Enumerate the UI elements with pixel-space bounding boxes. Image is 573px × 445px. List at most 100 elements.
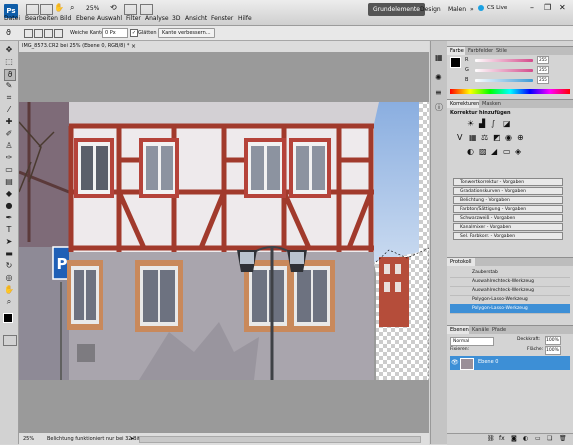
zoom-tool-icon[interactable]: ⌕ <box>70 3 74 13</box>
arrange-documents-icon[interactable] <box>124 4 137 15</box>
black-white-icon[interactable]: ◩ <box>493 133 501 142</box>
move-tool-icon[interactable]: ✥ <box>4 45 14 55</box>
menu-ebene[interactable]: Ebene <box>76 15 95 22</box>
g-value[interactable]: 255 <box>537 66 549 74</box>
healing-brush-tool-icon[interactable]: ✚ <box>4 117 14 127</box>
threshold-icon[interactable]: ◢ <box>491 147 497 156</box>
canvas-image[interactable]: P <box>19 52 429 432</box>
quick-selection-tool-icon[interactable]: ✎ <box>4 81 14 91</box>
preset-belichtung[interactable]: Belichtung - Vorgaben <box>453 196 563 204</box>
marquee-tool-icon[interactable]: ⬚ <box>4 57 14 67</box>
new-layer-icon[interactable]: ❏ <box>547 435 552 442</box>
layer-style-icon[interactable]: fx <box>499 435 505 442</box>
tab-korrekturen[interactable]: Korrekturen <box>447 100 483 108</box>
workspace-design[interactable]: Design <box>415 3 446 16</box>
menu-auswahl[interactable]: Auswahl <box>97 15 122 22</box>
rotate-view-icon[interactable]: ⟲ <box>110 3 117 12</box>
cs-live-button[interactable]: CS Live <box>487 5 507 11</box>
minibridge-icon[interactable] <box>40 4 53 15</box>
menu-hilfe[interactable]: Hilfe <box>238 15 252 22</box>
delete-layer-icon[interactable]: 🗑 <box>559 435 567 442</box>
hand-tool-icon[interactable]: ✋ <box>4 285 14 295</box>
zoom-level-select[interactable]: 25% <box>86 5 99 12</box>
tab-farbe[interactable]: Farbe <box>447 47 467 55</box>
info-panel-icon[interactable]: ⓘ <box>435 102 443 113</box>
preset-gradation[interactable]: Gradationskurven - Vorgaben <box>453 187 563 195</box>
clone-stamp-tool-icon[interactable]: ♙ <box>4 141 14 151</box>
adjustment-layer-icon[interactable]: ◐ <box>523 435 528 442</box>
horizontal-scrollbar[interactable] <box>139 436 421 443</box>
shape-tool-icon[interactable]: ▬ <box>4 249 14 259</box>
add-mask-icon[interactable]: ◙ <box>511 435 517 442</box>
eyedropper-tool-icon[interactable]: ⁄ <box>4 105 14 115</box>
preset-schwarzweiss[interactable]: Schwarzweiß - Vorgaben <box>453 214 563 222</box>
tab-masken[interactable]: Masken <box>479 100 504 108</box>
color-balance-icon[interactable]: ⚖ <box>481 133 488 142</box>
selective-color-icon[interactable]: ◈ <box>515 147 521 156</box>
fg-color-chip[interactable] <box>450 57 461 68</box>
blend-mode-select[interactable]: Normal <box>450 337 494 346</box>
menu-bearbeiten[interactable]: Bearbeiten <box>25 15 58 22</box>
vibrance-icon[interactable]: V <box>457 133 462 142</box>
crop-tool-icon[interactable]: ⌗ <box>4 93 14 103</box>
path-selection-tool-icon[interactable]: ➤ <box>4 237 14 247</box>
blur-tool-icon[interactable]: ◆ <box>4 189 14 199</box>
pen-tool-icon[interactable]: ✒ <box>4 213 14 223</box>
menu-3d[interactable]: 3D <box>172 15 180 22</box>
type-tool-icon[interactable]: T <box>4 225 14 235</box>
brush-tool-icon[interactable]: ✐ <box>4 129 14 139</box>
channel-mixer-icon[interactable]: ⊕ <box>517 133 524 142</box>
brightness-contrast-icon[interactable]: ☀ <box>467 119 474 128</box>
lasso-tool-button[interactable]: ϑ <box>4 69 16 81</box>
preset-farbton[interactable]: Farbton/Sättigung - Vorgaben <box>453 205 563 213</box>
canvas-area[interactable]: P <box>19 52 429 432</box>
weiche-kante-input[interactable]: 0 Px <box>102 28 128 38</box>
new-group-icon[interactable]: ▭ <box>535 435 541 442</box>
history-item-selected[interactable]: Polygon-Lasso-Werkzeug <box>450 304 570 314</box>
invert-icon[interactable]: ◐ <box>467 147 474 156</box>
photo-filter-icon[interactable]: ◉ <box>505 133 512 142</box>
r-slider[interactable] <box>475 59 533 62</box>
gradient-tool-icon[interactable]: ▤ <box>4 177 14 187</box>
menu-datei[interactable]: Datei <box>4 15 20 22</box>
lasso-tool-icon[interactable]: ϑ <box>6 28 11 37</box>
subtract-selection-icon[interactable] <box>44 29 53 38</box>
zoom-tool-icon[interactable]: ⌕ <box>4 297 14 307</box>
workspace-malen[interactable]: Malen <box>443 3 471 16</box>
mini-bridge-panel-icon[interactable]: ▦ <box>435 53 443 62</box>
menu-bild[interactable]: Bild <box>60 15 71 22</box>
history-brush-tool-icon[interactable]: ✑ <box>4 153 14 163</box>
opacity-input[interactable]: 100% <box>545 336 561 345</box>
document-tab-close-icon[interactable]: × <box>131 41 136 52</box>
layer-comps-panel-icon[interactable]: ✺ <box>435 73 442 82</box>
quick-mask-icon[interactable] <box>3 335 17 346</box>
navigator-panel-icon[interactable]: ≡ <box>435 88 442 97</box>
3d-camera-tool-icon[interactable]: ◎ <box>4 273 14 283</box>
fill-input[interactable]: 100% <box>545 346 561 355</box>
g-slider[interactable] <box>475 69 533 72</box>
menu-filter[interactable]: Filter <box>126 15 141 22</box>
restore-icon[interactable]: ❐ <box>544 3 551 12</box>
gradient-map-icon[interactable]: ▭ <box>503 147 511 156</box>
layer-visibility-icon[interactable]: 👁 <box>451 359 459 366</box>
close-icon[interactable]: ✕ <box>559 3 566 12</box>
exposure-icon[interactable]: ◪ <box>503 119 511 128</box>
eraser-tool-icon[interactable]: ▭ <box>4 165 14 175</box>
glaetten-checkbox[interactable]: ✓ <box>130 29 138 37</box>
document-tab-title[interactable]: IMG_8573.CR2 bei 25% (Ebene 0, RGB/8) * <box>22 41 129 52</box>
status-arrow-icon[interactable]: ▸ <box>131 433 134 445</box>
kante-verbessern-button[interactable]: Kante verbessern... <box>158 28 215 38</box>
screen-mode-icon[interactable] <box>140 4 153 15</box>
layer-name[interactable]: Ebene 0 <box>478 359 498 365</box>
preset-kanalmixer[interactable]: Kanalmixer - Vorgaben <box>453 223 563 231</box>
status-zoom[interactable]: 25% <box>23 433 34 445</box>
posterize-icon[interactable]: ▨ <box>479 147 487 156</box>
new-selection-icon[interactable] <box>24 29 33 38</box>
tab-farbfelder[interactable]: Farbfelder <box>465 47 497 55</box>
minimize-icon[interactable]: – <box>530 3 534 12</box>
b-slider[interactable] <box>475 79 533 82</box>
foreground-color-swatch[interactable] <box>3 313 13 323</box>
hand-icon[interactable]: ✋ <box>54 3 64 12</box>
intersect-selection-icon[interactable] <box>54 29 63 38</box>
color-spectrum-bar[interactable] <box>450 89 570 94</box>
